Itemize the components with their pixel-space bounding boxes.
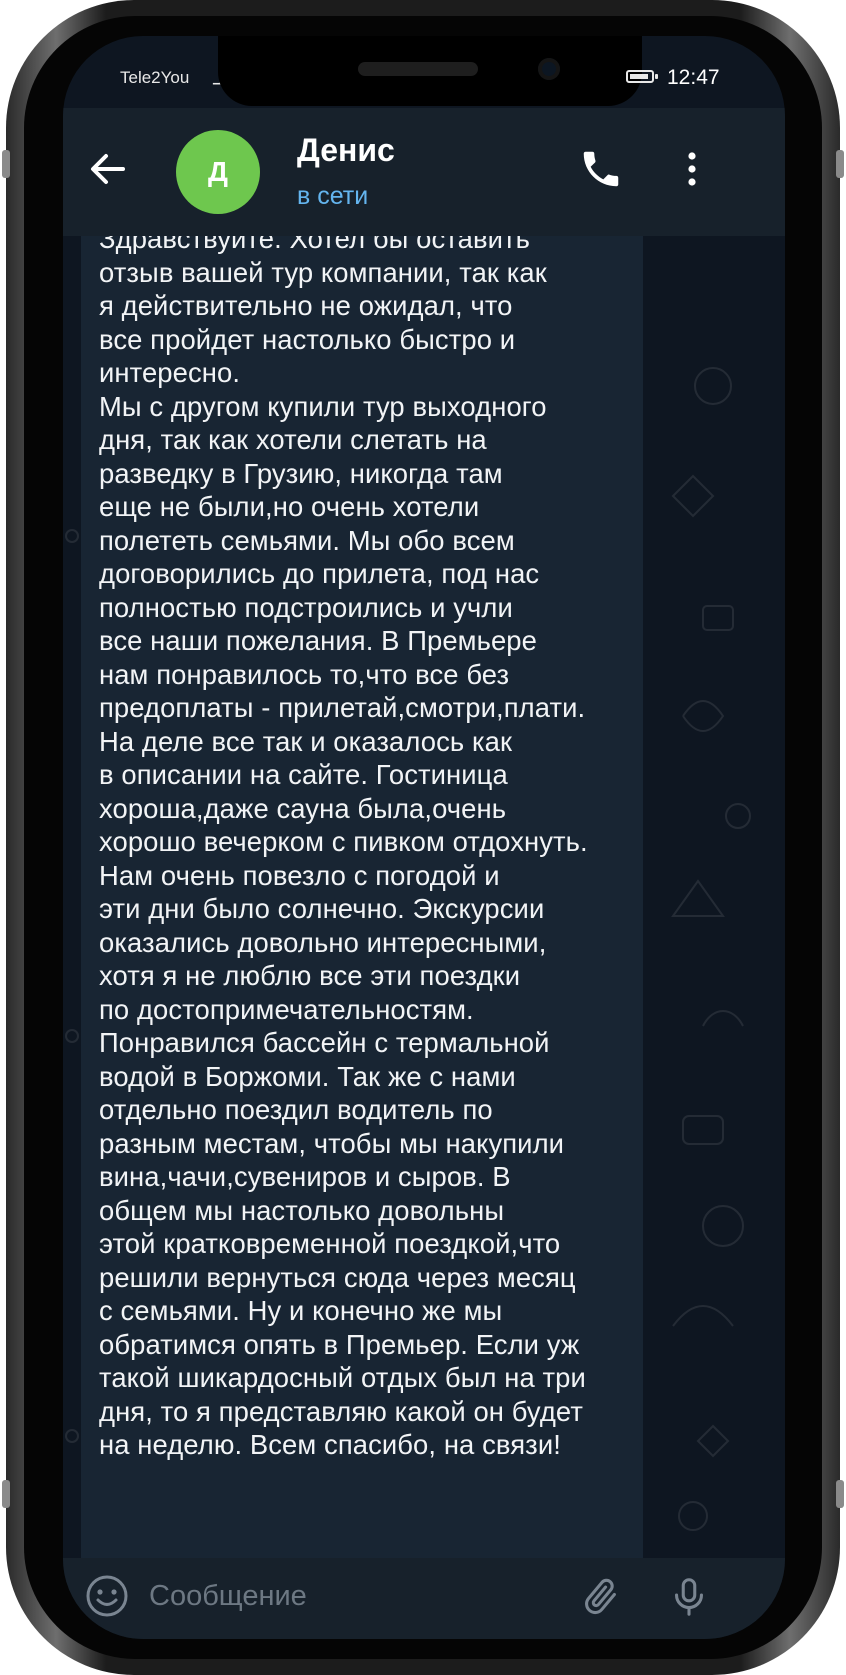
message-input-bar [63,1558,785,1639]
phone-screen: Tele2You ▁▂▃ 12:47 Д Денис в сети [63,36,785,1639]
more-vertical-icon [688,152,696,186]
more-menu-button[interactable] [677,144,707,194]
battery-level [630,74,648,79]
voice-record-button[interactable] [666,1572,712,1622]
phone-icon [583,151,619,187]
avatar[interactable]: Д [176,130,260,214]
contact-name[interactable]: Денис [297,132,395,169]
arrow-left-icon [91,154,125,184]
front-camera [538,58,560,80]
chat-area[interactable]: Здравствуйте. Хотел бы оставить отзыв ва… [63,236,785,1558]
contact-status: в сети [297,182,369,210]
phone-side-button-left [2,150,10,178]
incoming-message-bubble[interactable]: Здравствуйте. Хотел бы оставить отзыв ва… [81,236,643,1558]
phone-volume-button [2,1480,10,1508]
call-button[interactable] [578,146,624,192]
phone-power-button [836,1480,844,1508]
status-bar: Tele2You ▁▂▃ 12:47 [63,36,785,108]
notch [218,36,642,106]
earpiece-speaker [358,62,478,76]
message-text: Здравствуйте. Хотел бы оставить отзыв ва… [99,236,588,1460]
attach-button[interactable] [578,1572,624,1622]
paperclip-icon [585,1578,616,1615]
message-input[interactable] [149,1574,549,1618]
microphone-icon [675,1578,703,1616]
battery-icon [626,70,658,83]
chat-wallpaper-pattern-left [65,529,79,1443]
chat-wallpaper-pattern [671,367,751,1531]
clock: 12:47 [667,66,720,89]
emoji-icon [86,1575,128,1617]
phone-side-button-right [836,150,844,178]
back-button[interactable] [85,146,131,192]
avatar-letter: Д [208,156,228,187]
carrier-name: Tele2You [120,68,190,87]
emoji-button[interactable] [83,1572,131,1620]
chat-header: Д Денис в сети [63,108,785,236]
